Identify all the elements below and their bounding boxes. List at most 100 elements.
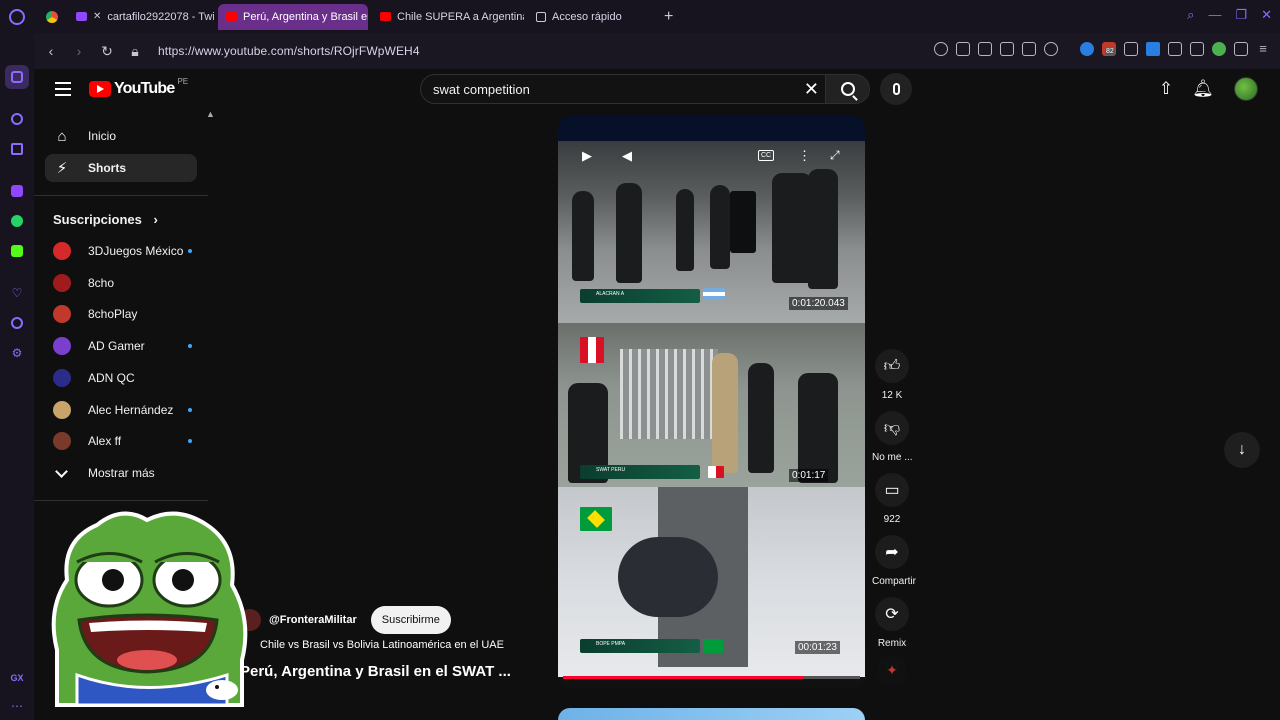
- remix-button[interactable]: ⟳ Remix: [872, 597, 912, 649]
- subscription-item[interactable]: Alec Hernández: [45, 397, 200, 423]
- short-title[interactable]: Perú, Argentina y Brasil en el SWAT ...: [240, 663, 511, 680]
- run-timer: 00:01:23: [795, 641, 840, 654]
- favorite-heart-icon[interactable]: [1044, 42, 1058, 56]
- zoom-icon[interactable]: [934, 42, 948, 56]
- captions-icon[interactable]: CC: [758, 150, 775, 161]
- like-button[interactable]: 👍︎ 12 K: [872, 349, 912, 401]
- subscriptions-heading[interactable]: Suscripciones ›: [53, 212, 158, 227]
- sidebar-more-icon[interactable]: ⋯: [9, 698, 25, 714]
- pin-icon[interactable]: [956, 42, 970, 56]
- notifications-icon[interactable]: 🔔︎: [1192, 78, 1214, 100]
- sidebar-home-icon[interactable]: [5, 65, 29, 89]
- argentina-flag: [703, 288, 725, 300]
- brazil-flag: [703, 639, 723, 653]
- short-description[interactable]: Chile vs Brasil vs Bolivia Latinoamérica…: [260, 639, 504, 651]
- chevron-down-icon: [55, 464, 68, 478]
- subscription-item[interactable]: ADN QC: [45, 365, 200, 391]
- subscription-item[interactable]: Alex ff: [45, 428, 200, 454]
- sidebar-history-icon[interactable]: [9, 315, 25, 331]
- comments-button[interactable]: ▭ 922: [872, 473, 912, 525]
- nav-inicio[interactable]: ⌂ Inicio: [45, 122, 197, 150]
- youtube-logo[interactable]: YouTube PE: [89, 77, 188, 98]
- extensions-toolbar: 82 ≡: [934, 42, 1270, 56]
- subscription-item[interactable]: 8choPlay: [45, 301, 200, 327]
- tab-chile[interactable]: Chile SUPERA a Argentina: [372, 4, 524, 30]
- next-short-button[interactable]: ↓: [1224, 432, 1260, 468]
- channel-handle[interactable]: @FronteraMilitar: [269, 614, 357, 626]
- subscription-item[interactable]: 8cho: [45, 270, 200, 296]
- url-field[interactable]: https://www.youtube.com/shorts/ROjrFWpWE…: [158, 44, 420, 58]
- dislike-label: No me ...: [872, 452, 913, 463]
- player-icon[interactable]: [1022, 42, 1036, 56]
- search-tabs-icon[interactable]: ⌕: [1187, 7, 1194, 23]
- more-options-icon[interactable]: ⋮: [798, 148, 811, 164]
- arrow-down-icon: ↓: [1238, 441, 1246, 458]
- clear-search-icon[interactable]: ✕: [804, 79, 819, 100]
- snapshot-icon[interactable]: [978, 42, 992, 56]
- close-icon[interactable]: ✕: [1261, 7, 1272, 23]
- forward-icon[interactable]: ›: [68, 43, 90, 59]
- search-box[interactable]: swat competition ✕: [420, 74, 870, 104]
- mute-icon[interactable]: ✕: [93, 11, 101, 22]
- new-content-dot: [188, 344, 192, 348]
- subscription-item[interactable]: AD Gamer: [45, 333, 200, 359]
- adblock-icon[interactable]: [1000, 42, 1014, 56]
- new-content-dot: [188, 408, 192, 412]
- opera-logo-icon[interactable]: [0, 0, 34, 33]
- volume-icon[interactable]: ◀︎: [622, 148, 632, 164]
- youtube-icon: [380, 12, 391, 21]
- officer-figure: [772, 173, 812, 283]
- next-short-preview[interactable]: [558, 708, 865, 720]
- translate-icon[interactable]: [1146, 42, 1160, 56]
- video-progress-bar[interactable]: [563, 676, 860, 679]
- sidebar-kick-icon[interactable]: [9, 243, 25, 259]
- menu-icon[interactable]: ≡: [1256, 42, 1270, 56]
- sidebar-whatsapp-icon[interactable]: [9, 213, 25, 229]
- upload-icon[interactable]: ⇧: [1155, 78, 1177, 100]
- sidebar-twitch-icon[interactable]: [9, 183, 25, 199]
- account-avatar[interactable]: [1234, 77, 1258, 101]
- channel-thumbnail[interactable]: ✦: [879, 657, 905, 683]
- show-more-button[interactable]: Mostrar más: [45, 460, 200, 486]
- short-video-player[interactable]: ALACRAN A 0:01:20.043 SWAT PERU 0:01:17 …: [558, 116, 865, 689]
- subscribe-button[interactable]: Suscribirme: [370, 606, 451, 634]
- guide-menu-icon[interactable]: [55, 82, 71, 96]
- scroll-up-icon[interactable]: ▲: [206, 109, 215, 119]
- extension-badge-icon[interactable]: 82: [1102, 42, 1116, 56]
- channel-avatar: [53, 274, 71, 292]
- sidebar-settings-icon[interactable]: ⚙: [9, 345, 25, 361]
- channel-avatar: [53, 401, 71, 419]
- new-tab-button[interactable]: +: [664, 8, 673, 26]
- share-button[interactable]: ➦ Compartir: [872, 535, 916, 587]
- voice-search-button[interactable]: [880, 73, 912, 105]
- minimize-icon[interactable]: —: [1208, 7, 1221, 23]
- nav-shorts[interactable]: ⚡︎ Shorts: [45, 154, 197, 182]
- share-icon: ➦: [875, 535, 909, 569]
- opera-sidebar: ♡ ⚙ GX ⋯: [0, 33, 34, 720]
- sidebar-gx-corner-icon[interactable]: [9, 141, 25, 157]
- subscription-item[interactable]: 3DJuegos México: [45, 238, 200, 264]
- search-input[interactable]: swat competition: [433, 82, 530, 97]
- remix-label: Remix: [877, 638, 907, 649]
- profile-frog-icon[interactable]: [1212, 42, 1226, 56]
- dislike-button[interactable]: 👎︎ No me ...: [872, 411, 913, 463]
- search-button[interactable]: [825, 75, 869, 103]
- tab-active-short[interactable]: Perú, Argentina y Brasil en: [218, 3, 368, 30]
- audio-icon[interactable]: [1124, 42, 1138, 56]
- tab-twitch[interactable]: ✕ cartafilo2922078 - Twi: [68, 4, 214, 30]
- play-icon[interactable]: ▶: [582, 148, 592, 164]
- pinned-tab-icon[interactable]: [40, 5, 64, 29]
- sidebar-favorites-icon[interactable]: ♡: [9, 285, 25, 301]
- fullscreen-icon[interactable]: ⤢: [830, 148, 840, 163]
- tab-speed-dial[interactable]: Acceso rápido: [528, 4, 654, 30]
- puzzle-icon[interactable]: [1190, 42, 1204, 56]
- grid-extension-icon[interactable]: [1168, 42, 1182, 56]
- maximize-icon[interactable]: ❐: [1235, 7, 1247, 23]
- extension-badge-count: 82: [1105, 48, 1115, 55]
- sidebar-gx-control-icon[interactable]: [9, 111, 25, 127]
- download-icon[interactable]: [1234, 42, 1248, 56]
- reload-icon[interactable]: ↻: [96, 43, 118, 60]
- extension-blue-icon[interactable]: [1080, 42, 1094, 56]
- officer-figure: [798, 373, 838, 483]
- back-icon[interactable]: ‹: [40, 43, 62, 59]
